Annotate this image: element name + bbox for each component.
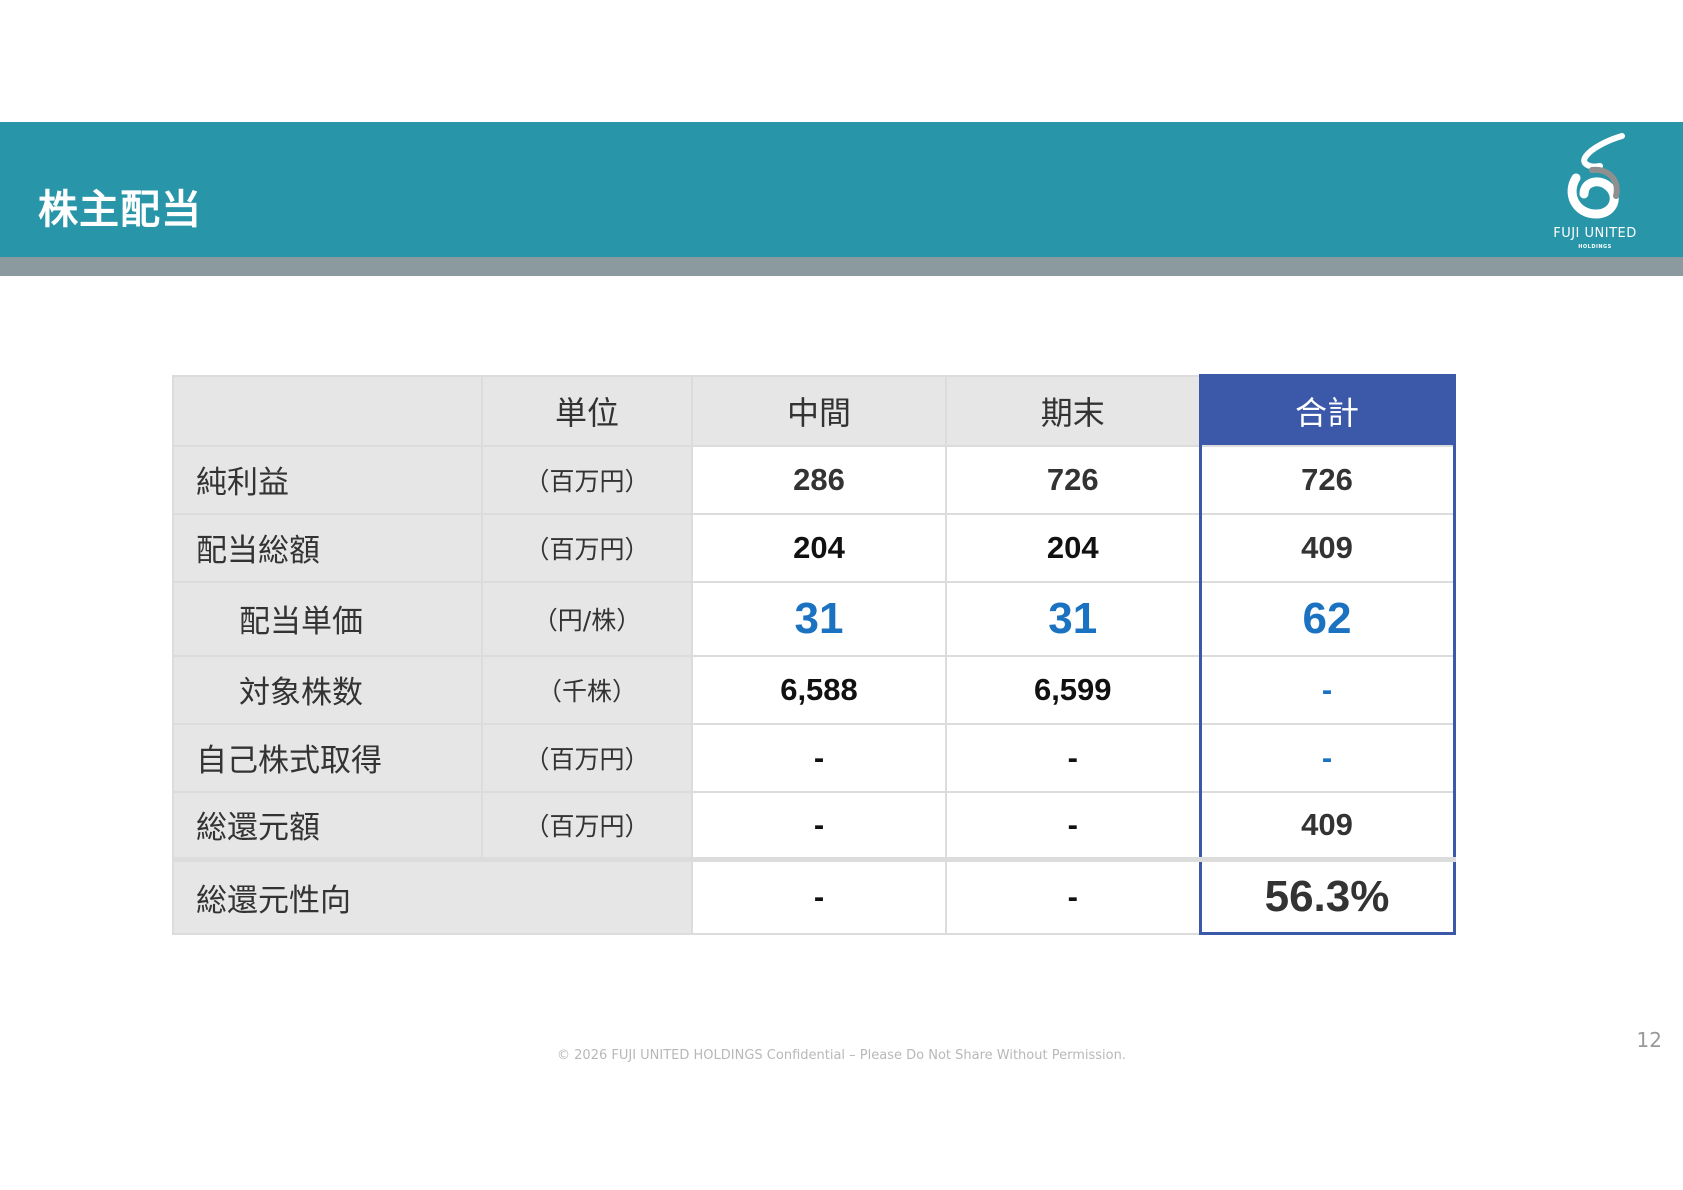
header-cell-yearend: 期末 (945, 374, 1201, 447)
row-label: 配当単価 (172, 580, 483, 657)
cell-total: 56.3% (1198, 857, 1456, 935)
row-unit: （百万円） (481, 444, 693, 515)
cell-total: 409 (1198, 790, 1456, 861)
row-label: 純利益 (172, 444, 483, 515)
cell-interim: - (691, 790, 947, 861)
row-label: 自己株式取得 (172, 722, 483, 793)
row-unit: （千株） (481, 654, 693, 725)
row-unit: （百万円） (481, 790, 693, 861)
fuji-united-swirl-logo-icon (1567, 133, 1625, 219)
cell-interim: 204 (691, 512, 947, 583)
table-row: 配当総額 （百万円） 204 204 409 (172, 512, 1456, 583)
cell-yearend: 6,599 (945, 654, 1201, 725)
cell-yearend: - (945, 857, 1201, 935)
header-cell-interim: 中間 (691, 374, 947, 447)
header-cell-blank (172, 374, 483, 447)
cell-interim: 286 (691, 444, 947, 515)
cell-yearend: - (945, 722, 1201, 793)
header-underline (0, 257, 1683, 276)
cell-total: - (1198, 722, 1456, 793)
cell-interim: - (691, 722, 947, 793)
cell-interim: 31 (691, 580, 947, 657)
cell-yearend: - (945, 790, 1201, 861)
cell-total: 409 (1198, 512, 1456, 583)
table-row: 対象株数 （千株） 6,588 6,599 - (172, 654, 1456, 725)
table-header-row: 単位 中間 期末 合計 (172, 374, 1456, 447)
company-logo: FUJI UNITED HOLDINGS (1540, 130, 1650, 255)
logo-name: FUJI UNITED (1553, 226, 1637, 241)
footer-copyright: © 2026 FUJI UNITED HOLDINGS Confidential… (557, 1048, 1126, 1063)
cell-interim: 6,588 (691, 654, 947, 725)
row-unit: （百万円） (481, 512, 693, 583)
row-label: 対象株数 (172, 654, 483, 725)
row-label: 総還元性向 (172, 857, 693, 935)
cell-total: 726 (1198, 444, 1456, 515)
row-unit: （円/株） (481, 580, 693, 657)
page-number: 12 (1636, 1028, 1662, 1052)
row-label: 配当総額 (172, 512, 483, 583)
cell-total: - (1198, 654, 1456, 725)
table-row: 配当単価 （円/株） 31 31 62 (172, 580, 1456, 657)
table-row: 純利益 （百万円） 286 726 726 (172, 444, 1456, 515)
page-title: 株主配当 (38, 187, 202, 233)
logo-subname: HOLDINGS (1578, 244, 1612, 250)
table-row: 総還元額 （百万円） - - 409 (172, 790, 1456, 861)
cell-total: 62 (1198, 580, 1456, 657)
cell-yearend: 31 (945, 580, 1201, 657)
dividend-table: 単位 中間 期末 合計 純利益 （百万円） 286 726 726 配当総額 （… (172, 374, 1456, 935)
header-cell-total: 合計 (1198, 374, 1456, 447)
table-row: 自己株式取得 （百万円） - - - (172, 722, 1456, 793)
table-row: 総還元性向 - - 56.3% (172, 857, 1456, 935)
cell-interim: - (691, 857, 947, 935)
header-cell-unit: 単位 (481, 374, 693, 447)
cell-yearend: 204 (945, 512, 1201, 583)
header-band (0, 122, 1683, 257)
row-label: 総還元額 (172, 790, 483, 861)
row-unit: （百万円） (481, 722, 693, 793)
cell-yearend: 726 (945, 444, 1201, 515)
